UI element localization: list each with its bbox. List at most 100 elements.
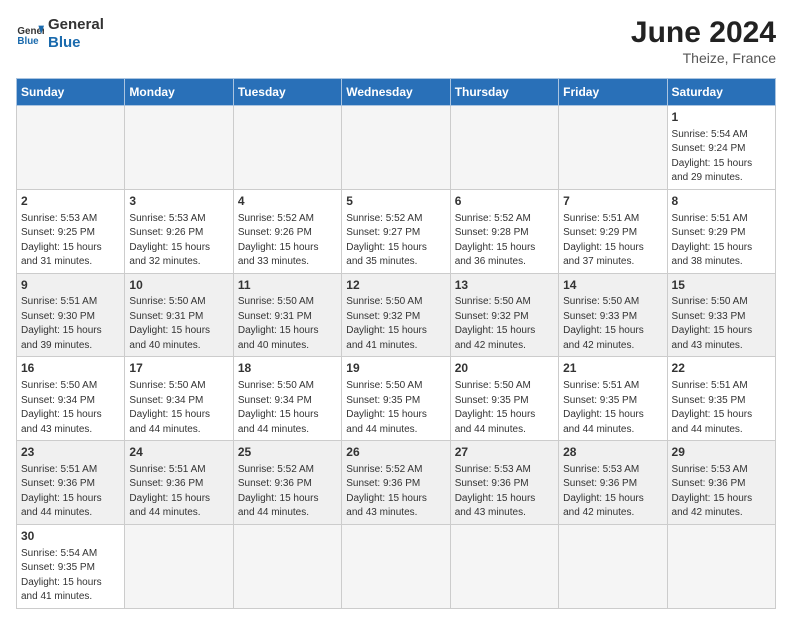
day-info-text: Sunrise: 5:52 AM Sunset: 9:28 PM Dayligh… bbox=[455, 212, 554, 270]
day-info-text: Sunrise: 5:54 AM Sunset: 9:24 PM Dayligh… bbox=[672, 128, 771, 186]
calendar-day-cell: 28 Sunrise: 5:53 AM Sunset: 9:36 PM Dayli… bbox=[559, 441, 667, 525]
calendar-day-cell bbox=[559, 106, 667, 190]
day-number: 14 bbox=[563, 277, 662, 294]
calendar-day-cell: 13Sunrise: 5:50 AM Sunset: 9:32 PM Dayli… bbox=[450, 273, 558, 357]
day-info-text: Sunrise: 5:51 AM Sunset: 9:30 PM Dayligh… bbox=[21, 295, 120, 353]
day-info-text: Sunrise: 5:53 AM Sunset: 9:36 PM Dayligh… bbox=[563, 463, 662, 521]
day-number: 3 bbox=[129, 193, 228, 210]
calendar-day-cell: 8Sunrise: 5:51 AM Sunset: 9:29 PM Daylig… bbox=[667, 189, 775, 273]
calendar-day-cell: 17 Sunrise: 5:50 AM Sunset: 9:34 PM Dayli… bbox=[125, 357, 233, 441]
day-info-text: Sunrise: 5:53 AM Sunset: 9:36 PM Dayligh… bbox=[672, 463, 771, 521]
calendar-day-cell: 2 Sunrise: 5:53 AM Sunset: 9:25 PM Daylig… bbox=[17, 189, 125, 273]
day-number: 20 bbox=[455, 360, 554, 377]
calendar-day-cell bbox=[342, 524, 450, 608]
day-info-text: Sunrise: 5:50 AM Sunset: 9:31 PM Dayligh… bbox=[129, 295, 228, 353]
calendar-day-cell bbox=[17, 106, 125, 190]
calendar-day-cell: 25 Sunrise: 5:52 AM Sunset: 9:36 PM Dayli… bbox=[233, 441, 341, 525]
day-number: 2 bbox=[21, 193, 120, 210]
svg-text:Blue: Blue bbox=[17, 36, 39, 47]
month-year-title: June 2024 bbox=[631, 16, 776, 50]
calendar-week-row: 2 Sunrise: 5:53 AM Sunset: 9:25 PM Daylig… bbox=[17, 189, 776, 273]
day-number: 18 bbox=[238, 360, 337, 377]
calendar-day-cell: 24 Sunrise: 5:51 AM Sunset: 9:36 PM Dayli… bbox=[125, 441, 233, 525]
day-number: 29 bbox=[672, 444, 771, 461]
calendar-day-cell: 6Sunrise: 5:52 AM Sunset: 9:28 PM Daylig… bbox=[450, 189, 558, 273]
calendar-day-cell: 10Sunrise: 5:50 AM Sunset: 9:31 PM Dayli… bbox=[125, 273, 233, 357]
day-info-text: Sunrise: 5:51 AM Sunset: 9:35 PM Dayligh… bbox=[672, 379, 771, 437]
calendar-header-row: SundayMondayTuesdayWednesdayThursdayFrid… bbox=[17, 79, 776, 106]
calendar-day-cell bbox=[667, 524, 775, 608]
calendar-table: SundayMondayTuesdayWednesdayThursdayFrid… bbox=[16, 78, 776, 609]
day-info-text: Sunrise: 5:54 AM Sunset: 9:35 PM Dayligh… bbox=[21, 547, 120, 605]
day-info-text: Sunrise: 5:52 AM Sunset: 9:27 PM Dayligh… bbox=[346, 212, 445, 270]
day-number: 15 bbox=[672, 277, 771, 294]
day-number: 4 bbox=[238, 193, 337, 210]
calendar-day-cell bbox=[559, 524, 667, 608]
day-number: 27 bbox=[455, 444, 554, 461]
day-number: 28 bbox=[563, 444, 662, 461]
day-number: 16 bbox=[21, 360, 120, 377]
day-info-text: Sunrise: 5:50 AM Sunset: 9:33 PM Dayligh… bbox=[672, 295, 771, 353]
day-info-text: Sunrise: 5:50 AM Sunset: 9:34 PM Dayligh… bbox=[21, 379, 120, 437]
day-number: 12 bbox=[346, 277, 445, 294]
location-subtitle: Theize, France bbox=[631, 50, 776, 66]
calendar-day-cell: 29 Sunrise: 5:53 AM Sunset: 9:36 PM Dayli… bbox=[667, 441, 775, 525]
day-info-text: Sunrise: 5:50 AM Sunset: 9:33 PM Dayligh… bbox=[563, 295, 662, 353]
day-number: 7 bbox=[563, 193, 662, 210]
calendar-day-cell: 23 Sunrise: 5:51 AM Sunset: 9:36 PM Dayli… bbox=[17, 441, 125, 525]
day-info-text: Sunrise: 5:50 AM Sunset: 9:31 PM Dayligh… bbox=[238, 295, 337, 353]
calendar-week-row: 23 Sunrise: 5:51 AM Sunset: 9:36 PM Dayli… bbox=[17, 441, 776, 525]
day-info-text: Sunrise: 5:51 AM Sunset: 9:36 PM Dayligh… bbox=[129, 463, 228, 521]
day-info-text: Sunrise: 5:53 AM Sunset: 9:25 PM Dayligh… bbox=[21, 212, 120, 270]
day-number: 25 bbox=[238, 444, 337, 461]
calendar-day-cell bbox=[450, 524, 558, 608]
day-info-text: Sunrise: 5:51 AM Sunset: 9:35 PM Dayligh… bbox=[563, 379, 662, 437]
calendar-day-header: Thursday bbox=[450, 79, 558, 106]
calendar-day-cell: 22 Sunrise: 5:51 AM Sunset: 9:35 PM Dayli… bbox=[667, 357, 775, 441]
calendar-day-cell: 9Sunrise: 5:51 AM Sunset: 9:30 PM Daylig… bbox=[17, 273, 125, 357]
calendar-day-cell bbox=[233, 524, 341, 608]
day-info-text: Sunrise: 5:50 AM Sunset: 9:32 PM Dayligh… bbox=[455, 295, 554, 353]
page-header: General Blue General Blue June 2024 Thei… bbox=[16, 16, 776, 66]
calendar-day-cell: 26 Sunrise: 5:52 AM Sunset: 9:36 PM Dayli… bbox=[342, 441, 450, 525]
calendar-day-cell: 15Sunrise: 5:50 AM Sunset: 9:33 PM Dayli… bbox=[667, 273, 775, 357]
day-number: 24 bbox=[129, 444, 228, 461]
day-info-text: Sunrise: 5:52 AM Sunset: 9:36 PM Dayligh… bbox=[238, 463, 337, 521]
logo-blue-text: Blue bbox=[48, 34, 104, 52]
logo-general-text: General bbox=[48, 16, 104, 34]
calendar-day-cell bbox=[450, 106, 558, 190]
day-info-text: Sunrise: 5:53 AM Sunset: 9:26 PM Dayligh… bbox=[129, 212, 228, 270]
calendar-day-cell bbox=[125, 524, 233, 608]
calendar-day-cell: 5Sunrise: 5:52 AM Sunset: 9:27 PM Daylig… bbox=[342, 189, 450, 273]
calendar-day-cell: 19Sunrise: 5:50 AM Sunset: 9:35 PM Dayli… bbox=[342, 357, 450, 441]
day-number: 21 bbox=[563, 360, 662, 377]
day-info-text: Sunrise: 5:51 AM Sunset: 9:36 PM Dayligh… bbox=[21, 463, 120, 521]
logo: General Blue General Blue bbox=[16, 16, 104, 52]
calendar-day-header: Friday bbox=[559, 79, 667, 106]
calendar-week-row: 30Sunrise: 5:54 AM Sunset: 9:35 PM Dayli… bbox=[17, 524, 776, 608]
day-info-text: Sunrise: 5:52 AM Sunset: 9:36 PM Dayligh… bbox=[346, 463, 445, 521]
day-info-text: Sunrise: 5:50 AM Sunset: 9:35 PM Dayligh… bbox=[455, 379, 554, 437]
day-number: 13 bbox=[455, 277, 554, 294]
calendar-day-cell: 27Sunrise: 5:53 AM Sunset: 9:36 PM Dayli… bbox=[450, 441, 558, 525]
calendar-day-header: Sunday bbox=[17, 79, 125, 106]
title-block: June 2024 Theize, France bbox=[631, 16, 776, 66]
calendar-day-cell: 11Sunrise: 5:50 AM Sunset: 9:31 PM Dayli… bbox=[233, 273, 341, 357]
calendar-day-cell: 1Sunrise: 5:54 AM Sunset: 9:24 PM Daylig… bbox=[667, 106, 775, 190]
day-info-text: Sunrise: 5:50 AM Sunset: 9:34 PM Dayligh… bbox=[238, 379, 337, 437]
calendar-day-cell: 3 Sunrise: 5:53 AM Sunset: 9:26 PM Daylig… bbox=[125, 189, 233, 273]
day-number: 22 bbox=[672, 360, 771, 377]
calendar-day-header: Saturday bbox=[667, 79, 775, 106]
calendar-day-header: Monday bbox=[125, 79, 233, 106]
generalblue-logo-icon: General Blue bbox=[16, 20, 44, 48]
day-number: 10 bbox=[129, 277, 228, 294]
calendar-day-header: Tuesday bbox=[233, 79, 341, 106]
calendar-day-header: Wednesday bbox=[342, 79, 450, 106]
day-number: 23 bbox=[21, 444, 120, 461]
calendar-day-cell bbox=[342, 106, 450, 190]
day-number: 17 bbox=[129, 360, 228, 377]
day-number: 26 bbox=[346, 444, 445, 461]
day-info-text: Sunrise: 5:50 AM Sunset: 9:34 PM Dayligh… bbox=[129, 379, 228, 437]
day-info-text: Sunrise: 5:51 AM Sunset: 9:29 PM Dayligh… bbox=[672, 212, 771, 270]
calendar-day-cell: 4Sunrise: 5:52 AM Sunset: 9:26 PM Daylig… bbox=[233, 189, 341, 273]
